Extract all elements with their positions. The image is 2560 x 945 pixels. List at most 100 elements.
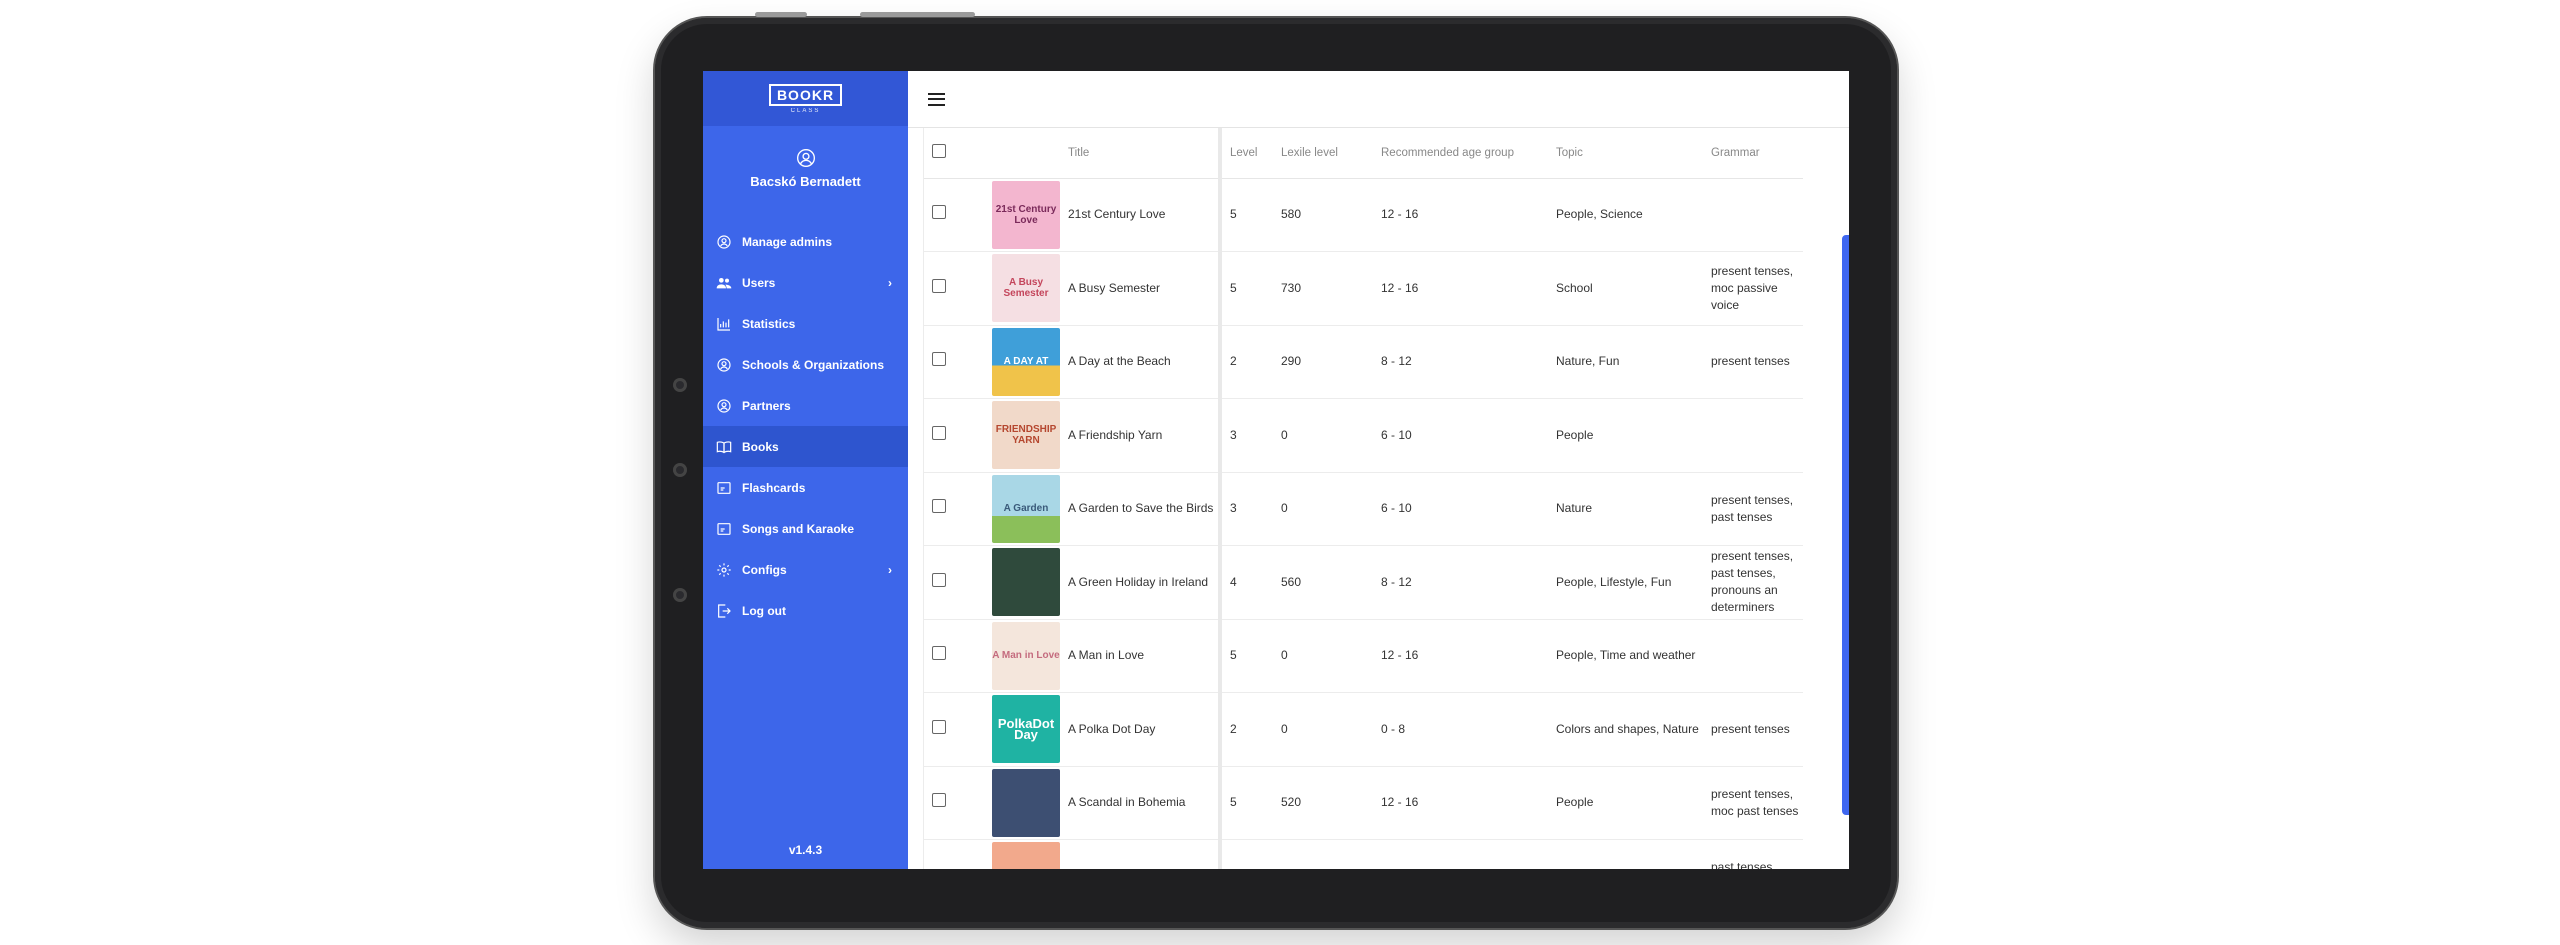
lexile-cell: 0 [1273,692,1373,767]
book-cover[interactable]: A Busy Semester [992,254,1060,323]
book-cover[interactable]: A DAY AT [992,327,1060,396]
level-cell: 5 [1220,251,1273,326]
sidebar-item-label: Statistics [742,316,796,331]
level-cell: 3 [1220,472,1273,546]
logout-icon [718,603,731,618]
table-row[interactable]: A Garden A Garden to Save the Birds 3 0 … [924,472,1803,546]
title-cell[interactable]: A Busy Semester [1060,251,1222,326]
table-row[interactable]: 21st Century Love 21st Century Love 5 58… [924,178,1803,252]
topic-cell: People [1548,398,1703,473]
sidebar-item-songs[interactable]: Songs and Karaoke [703,508,908,549]
lexile-cell: 580 [1273,178,1373,252]
sidebar: BOOKR CLASS Bacskó Bernadett Manage admi… [703,71,908,869]
sidebar-item-users[interactable]: Users › [703,262,908,303]
row-checkbox[interactable] [932,425,946,440]
table-row[interactable]: A Man in Love A Man in Love 5 0 12 - 16 … [924,619,1803,693]
book-cover[interactable]: 21st Century Love [992,180,1060,249]
lexile-cell: 0 [1273,398,1373,473]
hamburger-menu-icon[interactable] [928,92,945,106]
title-cell[interactable]: A Friendship Yarn [1060,398,1222,473]
topic-header[interactable]: Topic [1548,128,1703,179]
book-cover[interactable] [992,768,1060,837]
top-bar [908,71,1849,128]
title-cell[interactable]: 21st Century Love [1060,178,1222,252]
grammar-cell: present tenses [1703,325,1803,399]
level-cell: 4 [1220,545,1273,620]
grammar-cell [1703,398,1803,473]
sidebar-item-statistics[interactable]: Statistics [703,303,908,344]
row-checkbox[interactable] [932,499,946,514]
age-cell: 12 - 16 [1373,766,1548,840]
book-icon [716,440,732,453]
book-cover[interactable] [992,548,1060,617]
row-checkbox[interactable] [932,278,946,293]
table-row[interactable]: PolkaDot Day A Polka Dot Day 2 0 0 - 8 C… [924,692,1803,767]
tablet-camera [673,378,687,392]
title-cell[interactable]: A Scandal in Bohemia [1060,766,1222,840]
row-checkbox[interactable] [932,646,946,661]
age-cell: 8 - 12 [1373,325,1548,399]
title-cell[interactable]: A Day at the Beach [1060,325,1222,399]
lexile-cell: 290 [1273,325,1373,399]
table-row[interactable]: A Busy Semester A Busy Semester 5 730 12… [924,251,1803,326]
sidebar-item-schools[interactable]: Schools & Organizations [703,344,908,385]
sidebar-item-configs[interactable]: Configs › [703,549,908,590]
grammar-header[interactable]: Grammar [1703,128,1803,179]
flashcard-icon [717,481,731,494]
topic-column-highlight [1842,235,1849,815]
level-header[interactable]: Level [1220,128,1273,179]
row-checkbox[interactable] [932,352,946,367]
row-checkbox[interactable] [932,719,946,734]
topic-cell [1548,839,1703,869]
book-cover[interactable]: A Man in Love [992,621,1060,690]
book-cover[interactable] [992,842,1060,869]
tablet-volume-button [860,12,975,17]
table-row[interactable]: A DAY AT A Day at the Beach 2 290 8 - 12… [924,325,1803,399]
user-profile[interactable]: Bacskó Bernadett [703,148,908,189]
lexile-cell: 730 [1273,251,1373,326]
title-cell[interactable]: A Garden to Save the Birds [1060,472,1222,546]
select-all-cell [924,128,984,179]
table-row[interactable]: A Scandal in Bohemia 5 520 12 - 16 Peopl… [924,766,1803,840]
select-all-checkbox[interactable] [932,144,946,159]
age-header[interactable]: Recommended age group [1373,128,1548,179]
grammar-cell [1703,178,1803,252]
sidebar-item-label: Partners [742,398,791,413]
chart-icon [717,317,730,331]
level-cell: 2 [1220,325,1273,399]
grammar-cell: past tenses, perfect [1703,839,1803,869]
sidebar-item-partners[interactable]: Partners [703,385,908,426]
lexile-header[interactable]: Lexile level [1273,128,1373,179]
table-row[interactable]: A Green Holiday in Ireland 4 560 8 - 12 … [924,545,1803,620]
book-cover[interactable]: A Garden [992,474,1060,543]
table-row[interactable]: FRIENDSHIP YARN A Friendship Yarn 3 0 6 … [924,398,1803,473]
title-header[interactable]: Title [1060,128,1222,179]
grammar-cell: present tenses, past tenses, pronouns an… [1703,545,1803,620]
title-cell[interactable] [1060,839,1222,869]
topic-cell: People, Time and weather [1548,619,1703,693]
title-cell[interactable]: A Green Holiday in Ireland [1060,545,1222,620]
brand-logo[interactable]: BOOKR CLASS [703,71,908,126]
topic-cell: Colors and shapes, Nature [1548,692,1703,767]
row-checkbox[interactable] [932,793,946,808]
row-checkbox[interactable] [932,205,946,220]
sidebar-item-label: Schools & Organizations [742,357,885,372]
title-cell[interactable]: A Man in Love [1060,619,1222,693]
title-cell[interactable]: A Polka Dot Day [1060,692,1222,767]
school-icon [717,357,731,372]
table-row[interactable]: past tenses, perfect [924,839,1803,869]
lexile-cell: 0 [1273,472,1373,546]
level-cell: 2 [1220,692,1273,767]
sidebar-item-manage-admins[interactable]: Manage admins [703,221,908,262]
sidebar-item-books[interactable]: Books [703,426,908,467]
level-cell: 3 [1220,398,1273,473]
book-cover[interactable]: FRIENDSHIP YARN [992,401,1060,470]
lexile-cell: 560 [1273,545,1373,620]
sidebar-item-logout[interactable]: Log out [703,590,908,631]
row-checkbox[interactable] [932,572,946,587]
book-cover[interactable]: PolkaDot Day [992,695,1060,764]
sidebar-item-flashcards[interactable]: Flashcards [703,467,908,508]
sidebar-menu: Manage admins Users › Statistics Schools… [703,221,908,631]
tablet-sensor-2 [673,588,687,602]
app-screen: BOOKR CLASS Bacskó Bernadett Manage admi… [703,71,1849,869]
